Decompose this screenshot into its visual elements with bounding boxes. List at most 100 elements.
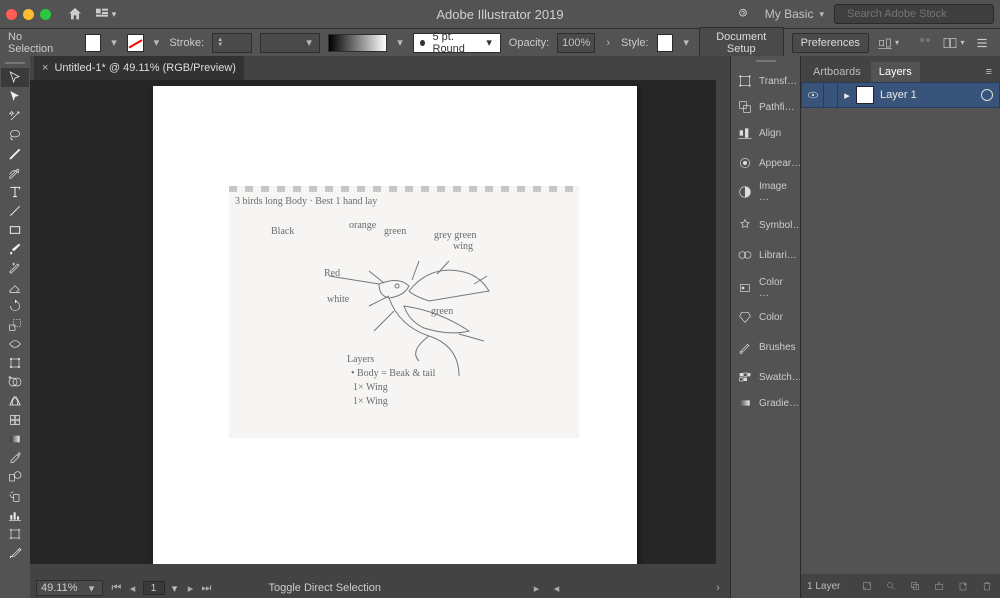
stock-search[interactable]	[834, 4, 994, 24]
placed-image[interactable]: 3 birds long Body · Best 1 hand lay Blac…	[229, 186, 579, 438]
zoom-window-button[interactable]	[40, 9, 51, 20]
last-artboard-button[interactable]: ⏭	[201, 582, 213, 595]
new-layer-icon[interactable]	[956, 579, 970, 593]
layer-name[interactable]: Layer 1	[880, 89, 917, 101]
essentials-icon[interactable]	[942, 33, 964, 53]
symbol-sprayer-tool[interactable]	[1, 486, 29, 505]
blend-tool[interactable]	[1, 467, 29, 486]
brush-preview[interactable]	[328, 34, 387, 52]
dock-grip[interactable]	[731, 56, 800, 66]
artboard-tool[interactable]	[1, 524, 29, 543]
horizontal-scrollbar[interactable]	[30, 564, 730, 578]
column-graph-tool[interactable]	[1, 505, 29, 524]
edit-toolbar-icon[interactable]	[915, 33, 935, 53]
brush-def-dropdown[interactable]: 5 pt. Round	[413, 33, 501, 53]
perspective-grid-tool[interactable]	[1, 391, 29, 410]
stroke-swatch[interactable]	[127, 34, 144, 52]
mesh-tool[interactable]	[1, 410, 29, 429]
panel-menu-icon[interactable]: ≡	[978, 62, 1000, 82]
scroll-left-button[interactable]: ▸	[531, 582, 543, 595]
selection-tool[interactable]	[1, 68, 29, 87]
prev-artboard-button[interactable]: ◂	[127, 582, 139, 595]
slice-tool[interactable]	[1, 543, 29, 562]
line-tool[interactable]	[1, 201, 29, 220]
next-artboard-button[interactable]: ▸	[185, 582, 197, 595]
shape-builder-tool[interactable]	[1, 372, 29, 391]
stroke-weight-field[interactable]: ▲▼	[212, 33, 252, 53]
artboard-index-dropdown[interactable]	[169, 582, 181, 595]
scroll-end-button[interactable]: ›	[712, 582, 724, 594]
scale-tool[interactable]	[1, 315, 29, 334]
arrange-documents-button[interactable]	[93, 4, 117, 24]
tab-layers[interactable]: Layers	[871, 62, 920, 82]
scroll-right-button[interactable]: ◂	[551, 582, 563, 595]
list-icon[interactable]	[973, 33, 993, 53]
close-window-button[interactable]	[6, 9, 17, 20]
dock-color[interactable]: Color	[731, 304, 800, 330]
home-button[interactable]	[63, 4, 87, 24]
free-transform-tool[interactable]	[1, 353, 29, 372]
fill-swatch[interactable]	[85, 34, 102, 52]
dock-gradient[interactable]: Gradie…	[731, 390, 800, 416]
pen-tool[interactable]	[1, 144, 29, 163]
opacity-value: 100%	[562, 37, 590, 49]
document-tab[interactable]: × Untitled-1* @ 49.11% (RGB/Preview)	[34, 56, 244, 80]
document-setup-button[interactable]: Document Setup	[699, 27, 784, 59]
lasso-tool[interactable]	[1, 125, 29, 144]
workspace-switcher[interactable]: My Basic	[765, 7, 824, 21]
first-artboard-button[interactable]: ⏮	[111, 582, 123, 595]
type-tool[interactable]	[1, 182, 29, 201]
dock-appearance[interactable]: Appear…	[731, 150, 800, 176]
delete-layer-icon[interactable]	[980, 579, 994, 593]
dock-imagetrace[interactable]: Image …	[731, 176, 800, 208]
style-swatch[interactable]	[657, 34, 674, 52]
opacity-more[interactable]: ›	[603, 37, 613, 49]
rectangle-tool[interactable]	[1, 220, 29, 239]
dock-swatches[interactable]: Swatch…	[731, 364, 800, 390]
zoom-dropdown[interactable]: 49.11%	[36, 580, 103, 596]
brush-preview-dropdown[interactable]	[395, 36, 405, 49]
layer-row[interactable]: Layer 1	[801, 82, 1000, 108]
tools-grip[interactable]	[5, 58, 25, 68]
dock-symbols[interactable]: Symbol…	[731, 212, 800, 238]
disclosure-icon[interactable]	[838, 89, 856, 102]
close-tab-icon[interactable]: ×	[42, 62, 48, 74]
stock-search-input[interactable]	[847, 8, 989, 20]
gradient-tool[interactable]	[1, 429, 29, 448]
dock-colorguide[interactable]: Color …	[731, 272, 800, 304]
style-dropdown[interactable]	[681, 36, 691, 49]
varwidth-dropdown[interactable]	[260, 33, 320, 53]
dock-libraries[interactable]: Librari…	[731, 242, 800, 268]
curvature-tool[interactable]	[1, 163, 29, 182]
opacity-field[interactable]: 100%	[557, 33, 595, 53]
eyedropper-tool[interactable]	[1, 448, 29, 467]
width-tool[interactable]	[1, 334, 29, 353]
magic-wand-tool[interactable]	[1, 106, 29, 125]
align-to-dropdown[interactable]	[877, 33, 899, 53]
new-sublayer-icon[interactable]	[932, 579, 946, 593]
visibility-toggle[interactable]	[802, 83, 824, 107]
dock-brushes[interactable]: Brushes	[731, 334, 800, 360]
eraser-tool[interactable]	[1, 277, 29, 296]
discover-button[interactable]	[731, 4, 755, 24]
fill-dropdown[interactable]	[109, 36, 119, 49]
dock-align[interactable]: Align	[731, 120, 800, 146]
tab-artboards[interactable]: Artboards	[805, 62, 869, 82]
target-icon[interactable]	[981, 89, 993, 101]
minimize-window-button[interactable]	[23, 9, 34, 20]
dock-pathfinder[interactable]: Pathfi…	[731, 94, 800, 120]
clip-mask-icon[interactable]	[908, 579, 922, 593]
shaper-tool[interactable]	[1, 258, 29, 277]
artboard-index-field[interactable]	[143, 581, 165, 595]
locate-object-icon[interactable]	[860, 579, 874, 593]
direct-selection-tool[interactable]	[1, 87, 29, 106]
lock-toggle[interactable]	[824, 83, 838, 107]
stroke-dropdown[interactable]	[152, 36, 162, 49]
dock-transform[interactable]: Transf…	[731, 68, 800, 94]
rotate-tool[interactable]	[1, 296, 29, 315]
preferences-button[interactable]: Preferences	[792, 33, 869, 53]
search-layer-icon[interactable]	[884, 579, 898, 593]
canvas[interactable]: 3 birds long Body · Best 1 hand lay Blac…	[30, 80, 730, 578]
vertical-scrollbar[interactable]	[716, 80, 730, 564]
paintbrush-tool[interactable]	[1, 239, 29, 258]
